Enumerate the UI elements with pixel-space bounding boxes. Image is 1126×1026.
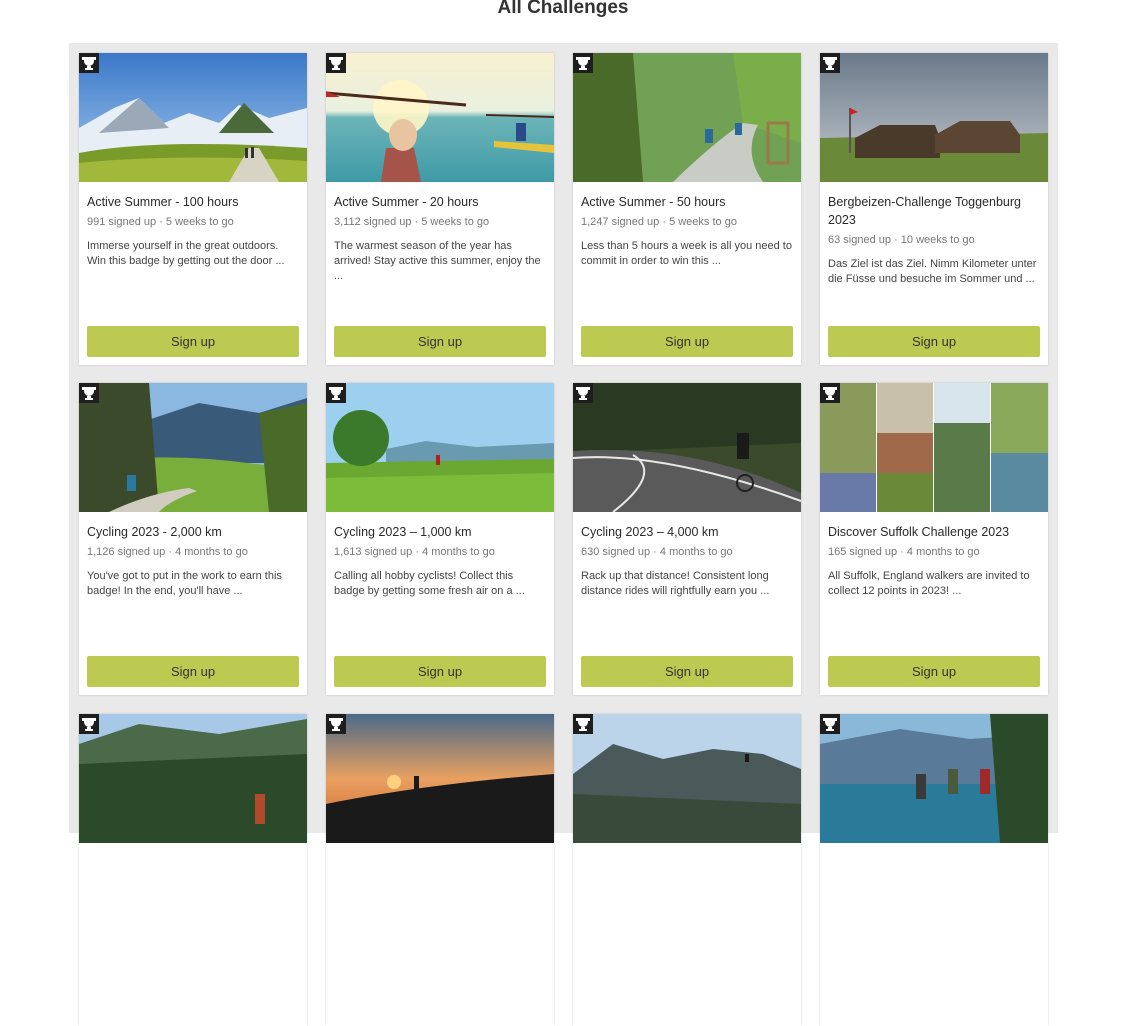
- trophy-icon: [820, 714, 840, 734]
- challenge-title[interactable]: Cycling 2023 – 1,000 km: [334, 523, 548, 541]
- challenge-image-suffolk-collage[interactable]: [820, 383, 1048, 512]
- sign-up-button[interactable]: Sign up: [334, 656, 546, 687]
- challenge-grid: Active Summer - 100 hours 991 signed up …: [69, 43, 1058, 1026]
- challenge-description: Das Ziel ist das Ziel. Nimm Kilometer un…: [828, 258, 1037, 285]
- sign-up-button[interactable]: Sign up: [334, 326, 546, 357]
- challenge-card[interactable]: Cycling 2023 - 2,000 km 1,126 signed up …: [79, 383, 307, 695]
- page-title: All Challenges: [497, 0, 629, 18]
- challenge-title[interactable]: Bergbeizen-Challenge Toggenburg 2023: [828, 193, 1042, 229]
- trophy-icon: [79, 714, 99, 734]
- challenge-image-forest-path-cyclists[interactable]: [573, 53, 801, 182]
- challenge-description: Rack up that distance! Consistent long d…: [581, 570, 770, 597]
- challenge-image-valley-cyclist[interactable]: [79, 383, 307, 512]
- challenge-description: You've got to put in the work to earn th…: [87, 570, 282, 597]
- challenge-description: Calling all hobby cyclists! Collect this…: [334, 570, 525, 597]
- trophy-icon: [573, 383, 593, 403]
- challenge-title[interactable]: Cycling 2023 - 2,000 km: [87, 523, 301, 541]
- challenge-card[interactable]: Discover Suffolk Challenge 2023 165 sign…: [820, 383, 1048, 695]
- challenge-meta: 630 signed up · 4 months to go: [581, 546, 733, 558]
- challenge-card[interactable]: Bergbeizen-Challenge Toggenburg 2023 63 …: [820, 53, 1048, 365]
- challenge-meta: 991 signed up · 5 weeks to go: [87, 216, 234, 228]
- challenge-meta: 1,247 signed up · 5 weeks to go: [581, 216, 737, 228]
- challenge-meta: 63 signed up · 10 weeks to go: [828, 234, 975, 246]
- challenge-card[interactable]: Cycling 2023 – 4,000 km 630 signed up · …: [573, 383, 801, 695]
- sign-up-button[interactable]: Sign up: [87, 656, 299, 687]
- challenge-title[interactable]: Active Summer - 20 hours: [334, 193, 548, 211]
- trophy-icon: [79, 383, 99, 403]
- trophy-icon: [820, 383, 840, 403]
- challenge-title[interactable]: Active Summer - 100 hours: [87, 193, 301, 211]
- challenge-card[interactable]: Cycling 2023 – 1,000 km 1,613 signed up …: [326, 383, 554, 695]
- trophy-icon: [326, 714, 346, 734]
- challenge-image-alpine-hut[interactable]: [820, 53, 1048, 182]
- challenge-card[interactable]: [820, 714, 1048, 1026]
- challenge-card[interactable]: Active Summer - 50 hours 1,247 signed up…: [573, 53, 801, 365]
- sign-up-button[interactable]: Sign up: [828, 656, 1040, 687]
- trophy-icon: [326, 53, 346, 73]
- challenge-meta: 165 signed up · 4 months to go: [828, 546, 980, 558]
- challenge-image-green-field[interactable]: [326, 383, 554, 512]
- sign-up-button[interactable]: Sign up: [87, 326, 299, 357]
- challenge-card[interactable]: [573, 714, 801, 1026]
- sign-up-button[interactable]: Sign up: [581, 656, 793, 687]
- challenge-title[interactable]: Cycling 2023 – 4,000 km: [581, 523, 795, 541]
- trophy-icon: [573, 53, 593, 73]
- challenge-card[interactable]: [326, 714, 554, 1026]
- challenge-image-lake-bikers[interactable]: [820, 714, 1048, 843]
- challenge-description: Immerse yourself in the great outdoors. …: [87, 240, 285, 267]
- trophy-icon: [573, 714, 593, 734]
- sign-up-button[interactable]: Sign up: [581, 326, 793, 357]
- challenge-meta: 1,613 signed up · 4 months to go: [334, 546, 495, 558]
- challenge-description: All Suffolk, England walkers are invited…: [828, 570, 1030, 597]
- challenge-image-mountain-ridge[interactable]: [573, 714, 801, 843]
- challenge-meta: 1,126 signed up · 4 months to go: [87, 546, 248, 558]
- challenge-image-kayak-sunset[interactable]: [326, 53, 554, 182]
- challenge-card[interactable]: [79, 714, 307, 1026]
- trophy-icon: [79, 53, 99, 73]
- challenge-description: Less than 5 hours a week is all you need…: [581, 240, 792, 267]
- challenge-description: The warmest season of the year has arriv…: [334, 240, 541, 282]
- challenge-title[interactable]: Discover Suffolk Challenge 2023: [828, 523, 1042, 541]
- challenge-title[interactable]: Active Summer - 50 hours: [581, 193, 795, 211]
- challenge-image-forest-hiker[interactable]: [79, 714, 307, 843]
- challenge-image-sunset-silhouette[interactable]: [326, 714, 554, 843]
- sign-up-button[interactable]: Sign up: [828, 326, 1040, 357]
- challenge-image-road-cyclist[interactable]: [573, 383, 801, 512]
- challenge-image-mountain-trail[interactable]: [79, 53, 307, 182]
- trophy-icon: [820, 53, 840, 73]
- trophy-icon: [326, 383, 346, 403]
- challenge-card[interactable]: Active Summer - 100 hours 991 signed up …: [79, 53, 307, 365]
- challenge-meta: 3,112 signed up · 5 weeks to go: [334, 216, 490, 228]
- challenge-card[interactable]: Active Summer - 20 hours 3,112 signed up…: [326, 53, 554, 365]
